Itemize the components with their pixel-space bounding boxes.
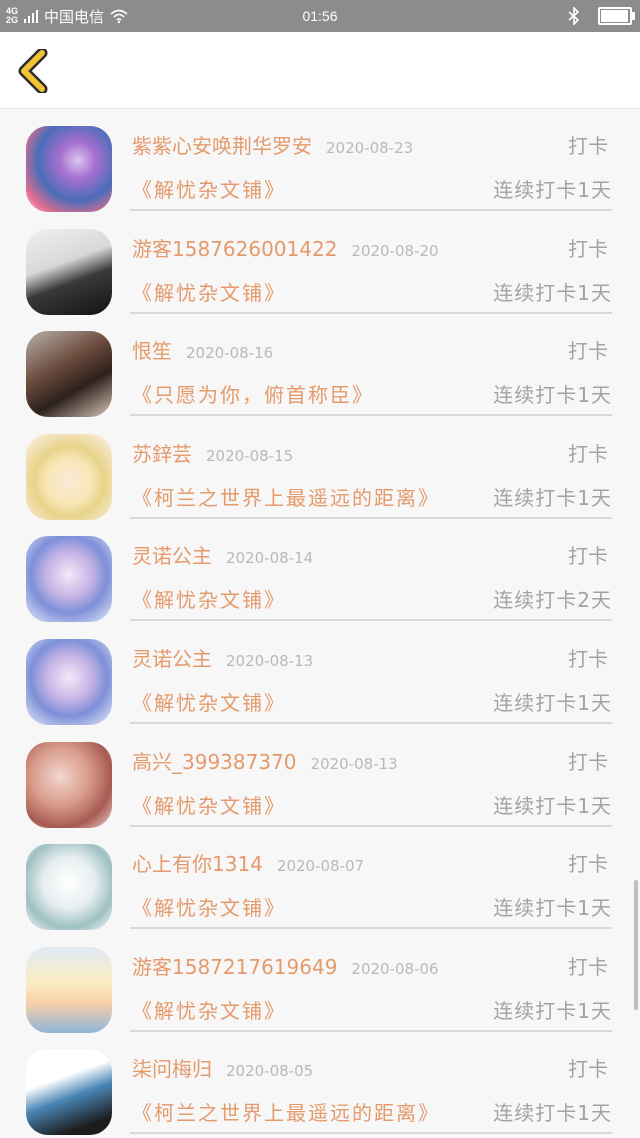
- avatar[interactable]: [26, 1049, 112, 1136]
- checkin-date: 2020-08-13: [226, 651, 314, 670]
- book-title[interactable]: 《解忧杂文铺》: [132, 277, 286, 306]
- checkin-date: 2020-08-20: [351, 241, 439, 260]
- book-title[interactable]: 《柯兰之世界上最遥远的距离》: [132, 1097, 440, 1126]
- checkin-label: 打卡: [568, 441, 608, 466]
- user-name: 游客1587626001422 2020-08-20: [132, 233, 439, 262]
- checkin-date: 2020-08-07: [276, 857, 365, 876]
- streak-text: 连续打卡1天: [493, 485, 612, 510]
- streak-text: 连续打卡1天: [493, 793, 612, 818]
- list-item[interactable]: 紫紫心安唤荆华罗安 2020-08-23 打卡 《解忧杂文铺》 连续打卡1天: [0, 108, 640, 212]
- checkin-date: 2020-08-23: [326, 139, 414, 157]
- chevron-left-icon[interactable]: [14, 49, 54, 93]
- book-title[interactable]: 《解忧杂文铺》: [132, 790, 286, 819]
- streak-text: 连续打卡1天: [493, 998, 612, 1023]
- user-name: 柒问梅归 2020-08-05: [132, 1053, 313, 1082]
- checkin-label: 打卡: [568, 236, 608, 261]
- user-name-text: 灵诺公主: [132, 646, 212, 671]
- streak-text: 连续打卡1天: [493, 280, 612, 305]
- checkin-date: 2020-08-06: [351, 959, 439, 978]
- book-title[interactable]: 《解忧杂文铺》: [132, 584, 286, 613]
- book-title[interactable]: 《解忧杂文铺》: [132, 892, 286, 921]
- checkin-label: 打卡: [568, 646, 608, 671]
- list-item[interactable]: 心上有你1314 2020-08-07 打卡 《解忧杂文铺》 连续打卡1天: [0, 826, 640, 931]
- avatar[interactable]: [26, 331, 112, 418]
- streak-text: 连续打卡1天: [493, 383, 612, 408]
- streak-text: 连续打卡1天: [493, 178, 612, 202]
- book-title[interactable]: 《只愿为你，俯首称臣》: [132, 379, 374, 408]
- user-name-text: 紫紫心安唤荆华罗安: [132, 134, 312, 158]
- user-name: 心上有你1314 2020-08-07: [132, 848, 364, 877]
- user-name-text: 心上有你1314: [132, 852, 263, 877]
- checkin-list: 紫紫心安唤荆华罗安 2020-08-23 打卡 《解忧杂文铺》 连续打卡1天 游客…: [0, 108, 640, 1138]
- list-item[interactable]: 灵诺公主 2020-08-13 打卡 《解忧杂文铺》 连续打卡1天: [0, 621, 640, 725]
- divider: [130, 1132, 612, 1135]
- checkin-date: 2020-08-16: [186, 344, 274, 363]
- avatar[interactable]: [26, 126, 112, 212]
- user-name: 灵诺公主 2020-08-14: [132, 540, 313, 569]
- status-bar: 4G 2G 中国电信 01:56: [0, 0, 640, 32]
- avatar[interactable]: [26, 536, 112, 623]
- checkin-label: 打卡: [568, 339, 608, 364]
- book-title[interactable]: 《柯兰之世界上最遥远的距离》: [132, 482, 440, 511]
- battery-fill: [601, 10, 628, 22]
- list-item[interactable]: 游客1587626001422 2020-08-20 打卡 《解忧杂文铺》 连续打…: [0, 211, 640, 315]
- checkin-label: 打卡: [568, 954, 608, 979]
- checkin-date: 2020-08-15: [206, 446, 294, 465]
- book-title[interactable]: 《解忧杂文铺》: [132, 174, 286, 203]
- user-name: 高兴_399387370 2020-08-13: [132, 746, 398, 775]
- list-item[interactable]: 柒问梅归 2020-08-05 打卡 《柯兰之世界上最遥远的距离》 连续打卡1天: [0, 1031, 640, 1136]
- checkin-label: 打卡: [568, 1057, 608, 1082]
- book-title[interactable]: 《解忧杂文铺》: [132, 995, 286, 1024]
- user-name-text: 高兴_399387370: [132, 749, 297, 774]
- user-name-text: 游客1587626001422: [132, 236, 338, 261]
- header-bar: [0, 32, 640, 109]
- checkin-date: 2020-08-13: [310, 754, 398, 773]
- battery-icon: [598, 7, 635, 25]
- checkin-label: 打卡: [568, 134, 608, 158]
- status-right: [568, 0, 635, 32]
- streak-text: 连续打卡2天: [493, 588, 612, 613]
- list-item[interactable]: 苏鋅芸 2020-08-15 打卡 《柯兰之世界上最遥远的距离》 连续打卡1天: [0, 416, 640, 520]
- avatar[interactable]: [26, 638, 112, 725]
- list-item[interactable]: 高兴_399387370 2020-08-13 打卡 《解忧杂文铺》 连续打卡1天: [0, 724, 640, 828]
- list-item[interactable]: 灵诺公主 2020-08-14 打卡 《解忧杂文铺》 连续打卡2天: [0, 518, 640, 623]
- scrollbar[interactable]: [634, 880, 638, 1010]
- list-item[interactable]: 恨笙 2020-08-16 打卡 《只愿为你，俯首称臣》 连续打卡1天: [0, 313, 640, 418]
- book-title[interactable]: 《解忧杂文铺》: [132, 687, 286, 716]
- checkin-label: 打卡: [568, 544, 608, 569]
- user-name: 游客1587217619649 2020-08-06: [132, 951, 439, 980]
- user-name: 恨笙 2020-08-16: [132, 335, 273, 364]
- streak-text: 连续打卡1天: [493, 896, 612, 921]
- bluetooth-icon: [568, 7, 580, 25]
- streak-text: 连续打卡1天: [493, 1101, 612, 1126]
- user-name-text: 灵诺公主: [132, 544, 212, 569]
- user-name: 灵诺公主 2020-08-13: [132, 643, 313, 672]
- checkin-label: 打卡: [568, 749, 608, 774]
- avatar[interactable]: [26, 433, 112, 520]
- user-name-text: 柒问梅归: [132, 1057, 212, 1082]
- checkin-label: 打卡: [568, 852, 608, 877]
- user-name: 苏鋅芸 2020-08-15: [132, 438, 293, 467]
- user-name-text: 游客1587217619649: [132, 954, 338, 979]
- user-name-text: 恨笙: [132, 339, 172, 364]
- list-item[interactable]: 游客1587217619649 2020-08-06 打卡 《解忧杂文铺》 连续打…: [0, 929, 640, 1033]
- user-name: 紫紫心安唤荆华罗安 2020-08-23: [132, 130, 413, 159]
- avatar[interactable]: [26, 946, 112, 1033]
- avatar[interactable]: [26, 844, 112, 931]
- checkin-date: 2020-08-14: [226, 549, 314, 568]
- clock: 01:56: [302, 8, 338, 24]
- avatar[interactable]: [26, 228, 112, 315]
- checkin-date: 2020-08-05: [226, 1062, 314, 1081]
- streak-text: 连续打卡1天: [493, 690, 612, 715]
- avatar[interactable]: [26, 741, 112, 828]
- user-name-text: 苏鋅芸: [132, 441, 192, 466]
